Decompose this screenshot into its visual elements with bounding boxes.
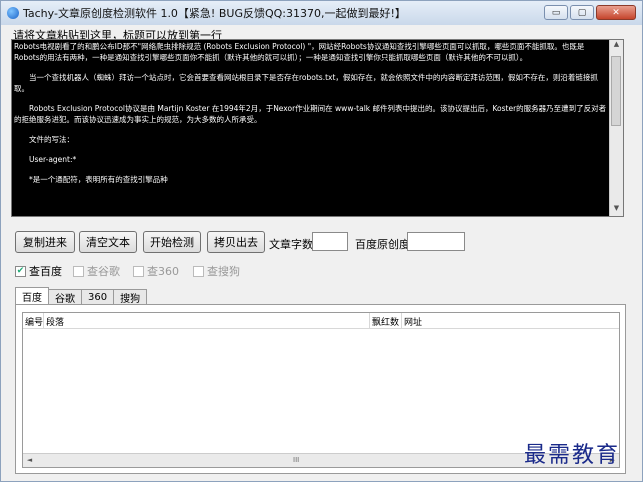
close-button[interactable]: ✕ <box>596 5 636 20</box>
clear-text-button[interactable]: 清空文本 <box>79 231 137 253</box>
column-header-paragraph[interactable]: 段落 <box>46 315 64 328</box>
engine-tabs: 百度 谷歌 360 搜狗 <box>15 287 148 305</box>
title-bar[interactable]: Tachy-文章原创度检测软件 1.0【紧急! BUG反馈QQ:31370,一起… <box>1 1 642 25</box>
word-count-field[interactable] <box>312 232 348 251</box>
scroll-down-icon[interactable]: ▼ <box>610 204 623 216</box>
column-divider <box>43 313 44 328</box>
minimize-icon: ▭ <box>551 7 561 18</box>
column-divider <box>369 313 370 328</box>
tab-360[interactable]: 360 <box>81 289 115 304</box>
maximize-icon: ▢ <box>577 7 587 18</box>
column-divider <box>401 313 402 328</box>
checkbox-box <box>133 265 144 277</box>
word-count-label: 文章字数: <box>269 238 317 251</box>
checkbox-baidu[interactable]: ✔ 查百度 <box>15 263 62 279</box>
editor-vertical-scrollbar[interactable]: ▲ ▼ <box>609 40 623 216</box>
originality-label: 百度原创度: <box>355 238 414 251</box>
table-header: 编号 段落 飘红数 网址 <box>23 313 619 329</box>
minimize-button[interactable]: ▭ <box>544 5 568 20</box>
watermark-text: 最需教育 <box>524 443 621 468</box>
copy-in-button[interactable]: 复制进来 <box>15 231 75 253</box>
article-text[interactable]: Robots电视剧看了的和鹏公布ID那不"网络爬虫排除规范 (Robots Ex… <box>12 40 610 216</box>
paragraph: 文件的写法： <box>29 135 74 144</box>
app-logo-icon <box>7 7 19 19</box>
checkbox-box <box>193 265 204 277</box>
column-header-url[interactable]: 网址 <box>404 315 422 328</box>
tab-sogou[interactable]: 搜狗 <box>113 289 148 305</box>
column-header-red-count[interactable]: 飘红数 <box>372 315 399 328</box>
article-textarea[interactable]: Robots电视剧看了的和鹏公布ID那不"网络爬虫排除规范 (Robots Ex… <box>11 39 624 217</box>
paragraph: Robots Exclusion Protocol协议是由 Martijn Ko… <box>14 104 607 124</box>
originality-field[interactable] <box>407 232 465 251</box>
scrollbar-thumb[interactable] <box>611 56 621 126</box>
checkbox-google[interactable]: 查谷歌 <box>73 263 120 279</box>
checkmark-icon: ✔ <box>15 265 26 277</box>
copy-out-button[interactable]: 拷贝出去 <box>207 231 265 253</box>
scroll-up-icon[interactable]: ▲ <box>610 40 623 52</box>
start-check-button[interactable]: 开始检测 <box>143 231 201 253</box>
window-title: Tachy-文章原创度检测软件 1.0【紧急! BUG反馈QQ:31370,一起… <box>23 7 406 20</box>
paragraph: User-agent:* <box>29 155 77 164</box>
scrollbar-grip[interactable]: III <box>293 454 299 467</box>
checkbox-label: 查搜狗 <box>207 265 240 278</box>
checkbox-label: 查谷歌 <box>87 265 120 278</box>
checkbox-box <box>73 265 84 277</box>
tab-google[interactable]: 谷歌 <box>48 289 82 305</box>
app-window: Tachy-文章原创度检测软件 1.0【紧急! BUG反馈QQ:31370,一起… <box>0 0 643 482</box>
paragraph: Robots电视剧看了的和鹏公布ID那不"网络爬虫排除规范 (Robots Ex… <box>14 42 585 62</box>
checkbox-label: 查360 <box>147 265 179 278</box>
close-icon: ✕ <box>612 7 620 18</box>
tab-baidu[interactable]: 百度 <box>15 287 49 304</box>
column-header-id[interactable]: 编号 <box>25 315 43 328</box>
scroll-left-icon[interactable]: ◄ <box>23 454 36 467</box>
checkbox-label: 查百度 <box>29 265 62 278</box>
checkbox-sogou[interactable]: 查搜狗 <box>193 263 240 279</box>
maximize-button[interactable]: ▢ <box>570 5 594 20</box>
checkbox-360[interactable]: 查360 <box>133 263 179 279</box>
paragraph: *是一个通配符，表明所有的查找引擎品种 <box>29 175 168 184</box>
paragraph: 当一个查找机器人（蜘蛛）拜访一个站点时，它会首要查看网站根目录下是否存在robo… <box>14 73 598 93</box>
